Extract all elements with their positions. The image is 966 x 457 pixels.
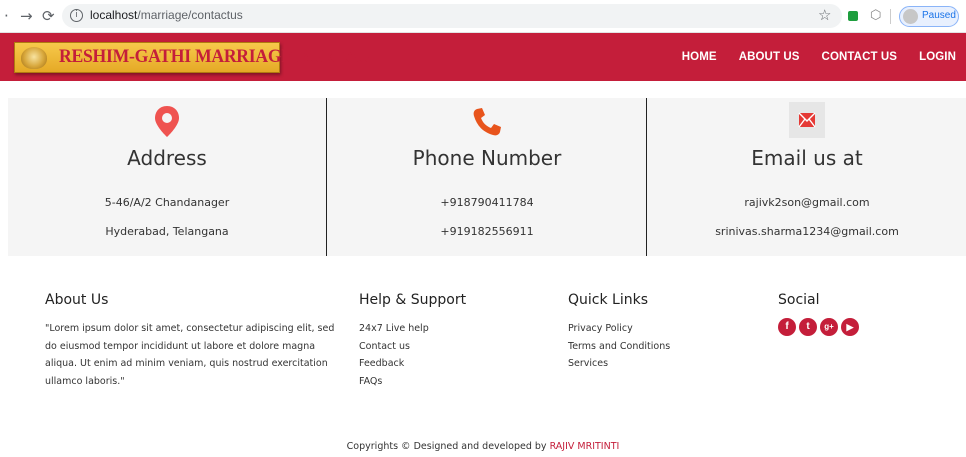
nav-contact-us[interactable]: CONTACT US [822,51,898,63]
url-host: localhost [90,8,138,22]
email-line-1[interactable]: rajivk2son@gmail.com [648,196,966,209]
address-title: Address [127,146,207,170]
email-title: Email us at [751,146,863,170]
profile-button[interactable]: Paused [899,6,959,27]
extension-icon[interactable] [848,11,858,21]
footer-link-contact-us[interactable]: Contact us [359,338,539,356]
back-icon[interactable]: · [4,7,9,25]
contact-section: Address 5-46/A/2 Chandanager Hyderabad, … [8,98,966,256]
footer-about-text: "Lorem ipsum dolor sit amet, consectetur… [45,323,335,387]
footer-link-terms[interactable]: Terms and Conditions [568,338,748,356]
footer-about-title: About Us [45,292,109,308]
youtube-icon[interactable]: ▶ [841,318,859,336]
info-icon[interactable]: i [70,9,83,22]
copyright-text: Copyrights © Designed and developed by [346,441,550,452]
footer-help-title: Help & Support [359,292,467,308]
nav-login[interactable]: LOGIN [919,51,956,63]
phone-title: Phone Number [412,146,562,170]
phone-card: Phone Number +918790411784 +919182556911 [328,98,647,256]
footer-help: Help & Support 24x7 Live help Contact us… [359,292,539,390]
copyright-author-link[interactable]: RAJIV MRITINTI [550,441,620,452]
copyright: Copyrights © Designed and developed by R… [0,441,966,452]
phone-line-1: +918790411784 [440,196,534,209]
footer-link-faqs[interactable]: FAQs [359,373,539,391]
footer-social: Social f t g+ ▶ [778,292,928,336]
logo-emblem-icon [21,47,47,69]
reload-icon[interactable]: ⟳ [42,7,55,25]
star-icon[interactable]: ☆ [818,6,831,24]
map-pin-icon [155,106,179,137]
url-path: /marriage/contactus [137,8,243,22]
footer-link-live-help[interactable]: 24x7 Live help [359,320,539,338]
phone-icon [473,108,501,136]
twitter-icon[interactable]: t [799,318,817,336]
footer-quick-title: Quick Links [568,292,649,308]
avatar [903,9,918,24]
email-line-2[interactable]: srinivas.sharma1234@gmail.com [648,225,966,238]
footer-link-services[interactable]: Services [568,355,748,373]
footer-about: About Us "Lorem ipsum dolor sit amet, co… [45,292,340,390]
address-card: Address 5-46/A/2 Chandanager Hyderabad, … [8,98,327,256]
footer-link-privacy-policy[interactable]: Privacy Policy [568,320,748,338]
address-line-1: 5-46/A/2 Chandanager [104,196,230,209]
footer-link-feedback[interactable]: Feedback [359,355,539,373]
social-icons: f t g+ ▶ [778,318,928,336]
google-plus-icon[interactable]: g+ [820,318,838,336]
browser-toolbar: · → ⟳ i localhost/marriage/contactus ☆ ⬡… [0,0,966,33]
nav-about-us[interactable]: ABOUT US [739,51,800,63]
site-logo[interactable]: RESHIM-GATHI MARRIAGE BUREAU [14,42,370,73]
nav-home[interactable]: HOME [682,51,717,63]
profile-status-label: Paused [922,10,956,21]
email-card: Email us at rajivk2son@gmail.com sriniva… [648,98,966,256]
envelope-icon-frame [789,102,825,138]
footer-social-title: Social [778,292,820,308]
extension-hex-icon[interactable]: ⬡ [870,8,881,23]
footer-quick-links: Quick Links Privacy Policy Terms and Con… [568,292,748,373]
phone-line-2: +919182556911 [440,225,534,238]
address-line-2: Hyderabad, Telangana [105,225,229,238]
facebook-icon[interactable]: f [778,318,796,336]
main-nav: HOME ABOUT US CONTACT US LOGIN [660,33,956,81]
logo-text: RESHIM-GATHI MARRIAGE BUREAU [59,46,370,67]
arrow-right-icon[interactable]: → [20,7,33,25]
toolbar-divider [890,9,891,24]
envelope-icon [798,112,816,128]
url-text[interactable]: localhost/marriage/contactus [90,8,243,22]
site-navbar: RESHIM-GATHI MARRIAGE BUREAU HOME ABOUT … [0,33,966,81]
